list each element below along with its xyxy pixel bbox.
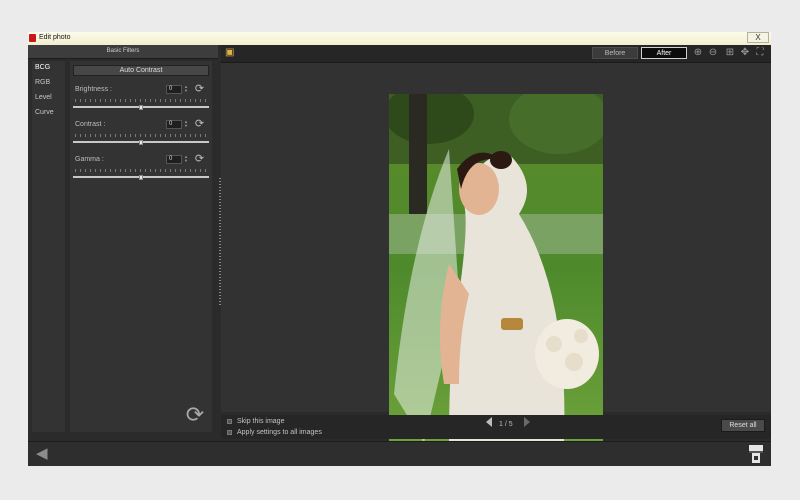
fullscreen-icon[interactable]: ⛶ xyxy=(754,47,766,59)
gamma-input[interactable]: 0 xyxy=(166,155,182,164)
reset-filters-icon[interactable]: ⟳ xyxy=(184,404,206,426)
window-title: Edit photo xyxy=(39,34,71,41)
contrast-input[interactable]: 0 xyxy=(166,120,182,129)
tab-curve[interactable]: Curve xyxy=(35,109,54,116)
brightness-slider-thumb[interactable] xyxy=(139,105,143,110)
gamma-reset-icon[interactable]: ⟳ xyxy=(194,154,205,165)
gamma-label: Gamma : xyxy=(75,156,104,163)
after-button[interactable]: After xyxy=(641,47,687,59)
brightness-reset-icon[interactable]: ⟳ xyxy=(194,84,205,95)
edit-photo-window: Edit photo X Basic Filters BCG RGB Level… xyxy=(28,32,771,466)
apply-all-checkbox[interactable] xyxy=(227,430,232,435)
contrast-stepper[interactable]: ▲ ▼ xyxy=(184,120,190,129)
tab-rgb[interactable]: RGB xyxy=(35,79,50,86)
brightness-stepper[interactable]: ▲ ▼ xyxy=(184,85,190,94)
contrast-slider-thumb[interactable] xyxy=(139,140,143,145)
next-image-icon[interactable] xyxy=(524,417,530,427)
gamma-ticks xyxy=(75,169,208,172)
tab-bcg[interactable]: BCG xyxy=(35,64,50,71)
app-icon xyxy=(29,34,36,42)
auto-contrast-button[interactable]: Auto Contrast xyxy=(73,65,209,76)
before-button[interactable]: Before xyxy=(592,47,638,59)
filter-tabs: BCG RGB Level Curve xyxy=(32,61,65,432)
basic-filters-title: Basic Filters xyxy=(106,48,140,54)
save-icon[interactable] xyxy=(748,444,764,464)
basic-filters-header: Basic Filters xyxy=(28,45,218,59)
zoom-in-icon[interactable]: ⊕ xyxy=(692,47,704,59)
brightness-input[interactable]: 0 xyxy=(166,85,182,94)
zoom-out-icon[interactable]: ⊖ xyxy=(707,47,719,59)
footer-bar: ◀ xyxy=(28,441,771,466)
bride-photo xyxy=(389,94,603,443)
bottom-options-bar: Skip this image Apply settings to all im… xyxy=(221,415,771,439)
brightness-ticks xyxy=(75,99,208,102)
image-info-icon[interactable]: ▣ xyxy=(225,47,235,58)
skip-image-checkbox[interactable] xyxy=(227,419,232,424)
brightness-label: Brightness : xyxy=(75,86,112,93)
gamma-stepper[interactable]: ▲ ▼ xyxy=(184,155,190,164)
contrast-reset-icon[interactable]: ⟳ xyxy=(194,119,205,130)
back-arrow-icon[interactable]: ◀ xyxy=(36,446,52,462)
title-bar: Edit photo X xyxy=(28,32,771,45)
page-indicator: 1 / 5 xyxy=(499,421,513,428)
apply-all-label: Apply settings to all images xyxy=(237,429,322,436)
gamma-slider-thumb[interactable] xyxy=(139,175,143,180)
fit-icon[interactable]: ⊞ xyxy=(724,47,736,59)
pan-icon[interactable]: ✥ xyxy=(739,47,751,59)
prev-image-icon[interactable] xyxy=(486,417,492,427)
tab-level[interactable]: Level xyxy=(35,94,52,101)
skip-image-label: Skip this image xyxy=(237,418,285,425)
viewer-toolbar: ▣ Before After ⊕ ⊖ ⊞ ✥ ⛶ xyxy=(221,45,771,63)
bcg-filters-panel: Auto Contrast Brightness : 0 ▲ ▼ ⟳ Contra… xyxy=(70,61,212,432)
contrast-label: Contrast : xyxy=(75,121,106,128)
reset-all-button[interactable]: Reset all xyxy=(721,419,765,432)
contrast-ticks xyxy=(75,134,208,137)
close-button[interactable]: X xyxy=(747,32,769,43)
